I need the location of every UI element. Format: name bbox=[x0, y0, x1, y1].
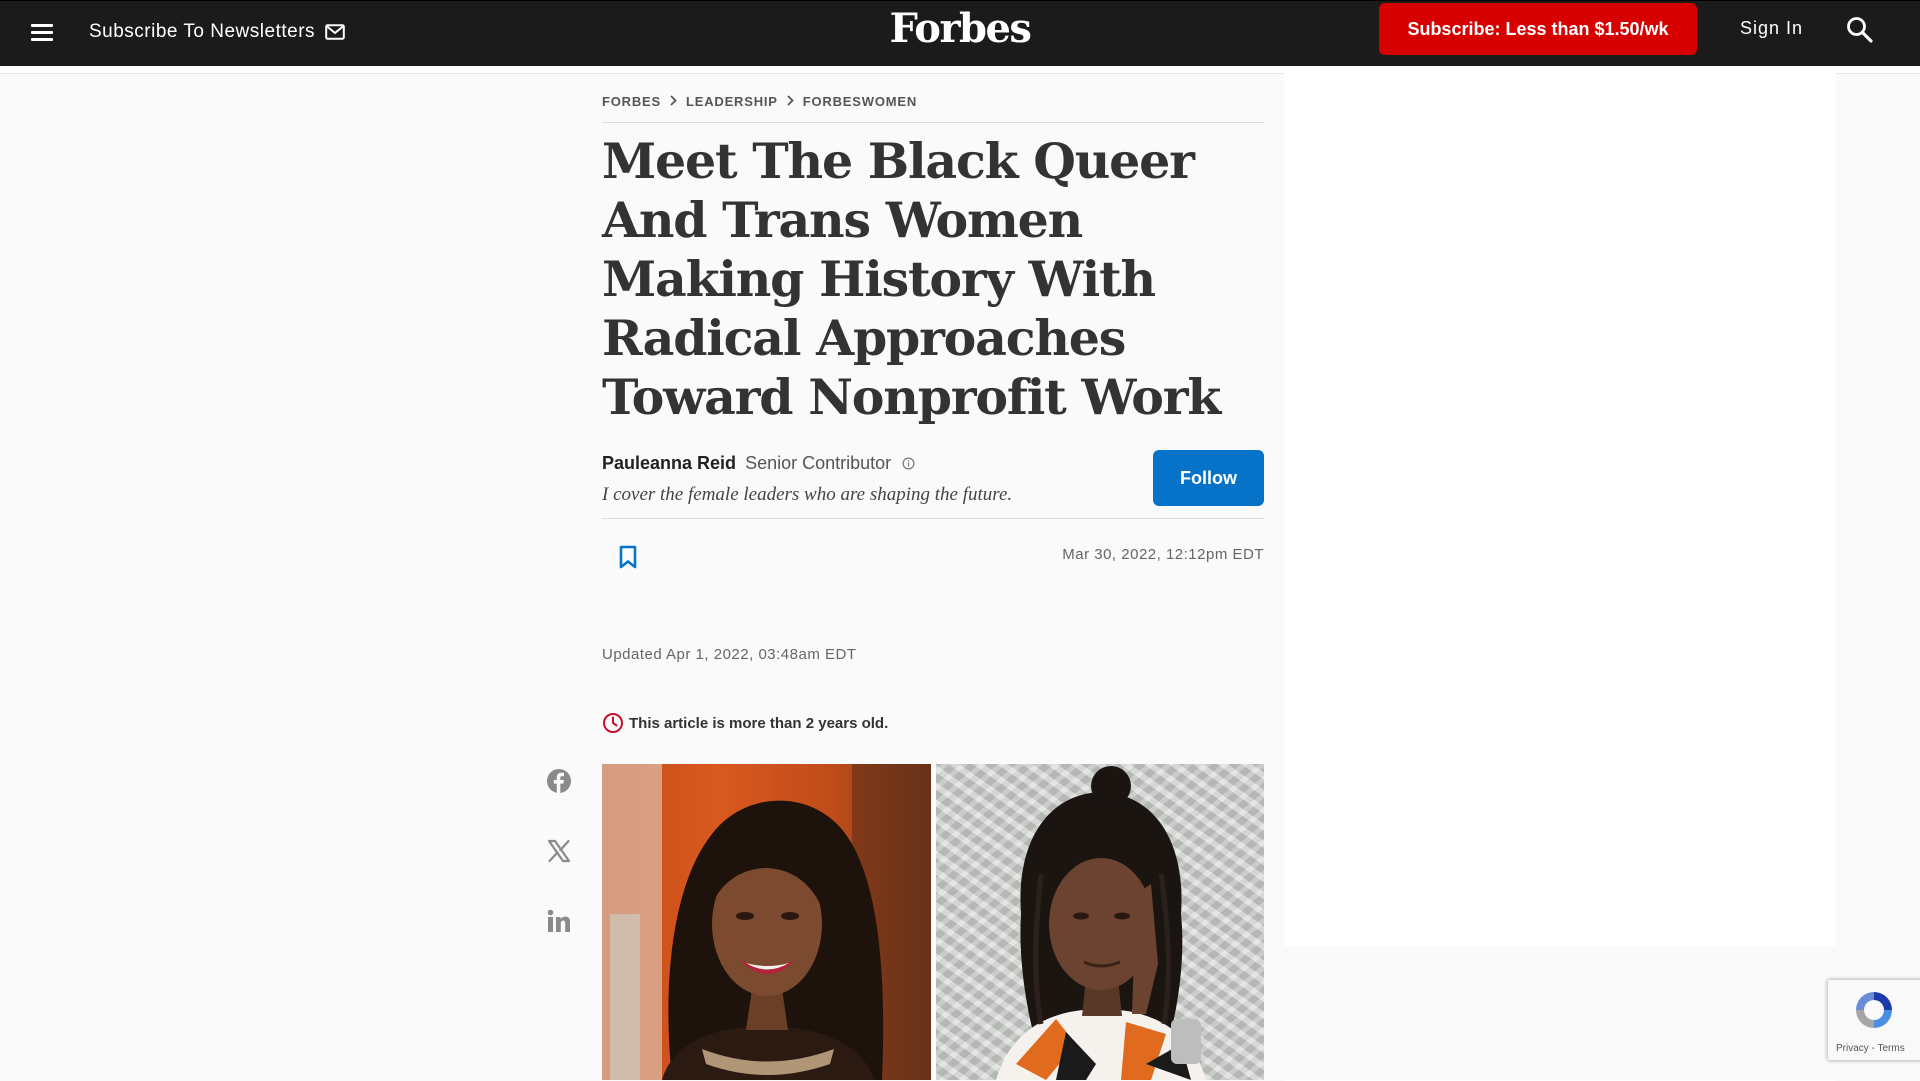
follow-button[interactable]: Follow bbox=[1153, 450, 1264, 506]
article-hero-image bbox=[602, 764, 1264, 1080]
author-role: Senior Contributor bbox=[745, 453, 892, 473]
byline-divider bbox=[602, 518, 1264, 519]
author-byline: Pauleanna Reid Senior Contributor I cove… bbox=[602, 452, 1132, 507]
page-background-edge bbox=[1836, 73, 1920, 1081]
hamburger-menu-icon[interactable] bbox=[28, 19, 56, 47]
subscribe-button[interactable]: Subscribe: Less than $1.50/wk bbox=[1379, 3, 1697, 55]
breadcrumb-forbes[interactable]: FORBES bbox=[602, 94, 661, 109]
article-headline: Meet The Black Queer And Trans Women Mak… bbox=[602, 132, 1221, 426]
portrait-photo-left bbox=[602, 764, 931, 1080]
portrait-photo-right bbox=[936, 764, 1264, 1080]
envelope-icon bbox=[325, 24, 345, 40]
breadcrumb-forbeswomen[interactable]: FORBESWOMEN bbox=[803, 94, 917, 109]
subscribe-newsletters-link[interactable]: Subscribe To Newsletters bbox=[89, 17, 345, 47]
article-age-notice: This article is more than 2 years old. bbox=[602, 712, 888, 734]
recaptcha-terms[interactable]: Privacy - Terms bbox=[1836, 1043, 1905, 1054]
top-navigation-bar: Subscribe To Newsletters Forbes Subscrib… bbox=[0, 0, 1920, 66]
recaptcha-logo-icon bbox=[1856, 992, 1892, 1028]
updated-date: Updated Apr 1, 2022, 03:48am EDT bbox=[602, 646, 857, 663]
page-background-lower bbox=[1284, 946, 1836, 1080]
info-icon[interactable] bbox=[902, 453, 915, 475]
author-line: Pauleanna Reid Senior Contributor bbox=[602, 452, 1132, 475]
newsletter-label: Subscribe To Newsletters bbox=[89, 21, 316, 42]
linkedin-icon[interactable] bbox=[546, 908, 572, 934]
sign-in-link[interactable]: Sign In bbox=[1740, 18, 1803, 39]
age-notice-text: This article is more than 2 years old. bbox=[629, 714, 889, 732]
clock-icon bbox=[603, 713, 623, 733]
x-twitter-icon[interactable] bbox=[546, 838, 572, 864]
publish-date: Mar 30, 2022, 12:12pm EDT bbox=[1062, 546, 1264, 563]
author-name[interactable]: Pauleanna Reid bbox=[602, 453, 736, 473]
breadcrumb-leadership[interactable]: LEADERSHIP bbox=[686, 94, 778, 109]
recaptcha-badge[interactable]: Privacy - Terms bbox=[1827, 979, 1920, 1061]
facebook-icon[interactable] bbox=[546, 768, 572, 794]
chevron-right-icon bbox=[787, 94, 794, 109]
bookmark-icon[interactable] bbox=[616, 544, 640, 570]
forbes-logo[interactable]: Forbes bbox=[890, 1, 1032, 56]
chevron-right-icon bbox=[670, 94, 677, 109]
breadcrumb: FORBES LEADERSHIP FORBESWOMEN bbox=[602, 94, 1264, 123]
search-icon[interactable] bbox=[1845, 15, 1875, 45]
ad-rail bbox=[1284, 66, 1836, 946]
author-bio: I cover the female leaders who are shapi… bbox=[602, 484, 1013, 505]
